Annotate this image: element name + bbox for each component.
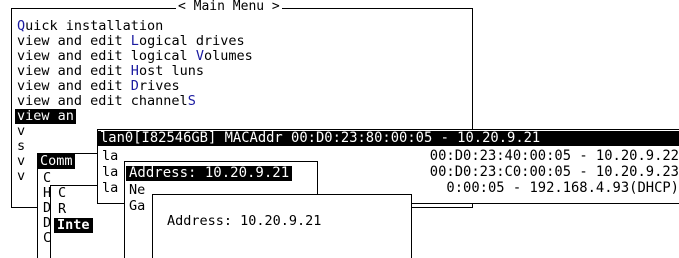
lan-list-row-name[interactable]: la bbox=[102, 181, 118, 196]
lan-list-row[interactable]: lan0[I82546GB] MACAddr 00:D0:23:80:00:05… bbox=[98, 131, 679, 146]
main-menu-item[interactable]: view and edit Logical drives bbox=[17, 34, 245, 49]
main-menu-item[interactable]: view an bbox=[15, 109, 76, 124]
hotkey-letter: L bbox=[130, 33, 139, 49]
sub-menu-item[interactable]: R bbox=[58, 202, 66, 217]
option-menu-item[interactable]: Address: 10.20.9.21 bbox=[126, 166, 293, 181]
hotkey-letter: H bbox=[130, 63, 139, 79]
comm-menu-label[interactable]: Comm bbox=[38, 154, 75, 169]
main-menu-title: < Main Menu > bbox=[176, 0, 282, 14]
hotkey-letter: Q bbox=[17, 18, 26, 34]
main-menu-item[interactable]: view and edit channelS bbox=[17, 94, 196, 109]
sub-menu-item[interactable]: Inte bbox=[54, 218, 93, 233]
lan-list-row-name[interactable]: la bbox=[102, 149, 118, 164]
main-menu-item[interactable]: v bbox=[17, 154, 25, 169]
main-menu-item[interactable]: view and edit Drives bbox=[17, 79, 180, 94]
lan-list-row-name[interactable]: la bbox=[102, 165, 118, 180]
lan-list-row-detail: 00:D0:23:40:00:05 - 10.20.9.22 bbox=[429, 148, 679, 164]
main-menu-item[interactable]: s bbox=[17, 139, 25, 154]
option-menu-item[interactable]: Ne bbox=[129, 183, 145, 198]
hotkey-letter: S bbox=[187, 93, 196, 109]
hotkey-letter: V bbox=[195, 48, 204, 64]
option-menu-item[interactable]: Ga bbox=[129, 199, 145, 214]
address-input-field[interactable]: Address: 10.20.9.21 bbox=[167, 214, 321, 229]
main-menu-item[interactable]: v bbox=[17, 169, 25, 184]
sub-menu-item[interactable]: C bbox=[58, 186, 66, 201]
lan-list-row-detail: 0:00:05 - 192.168.4.93(DHCP) bbox=[446, 180, 679, 196]
lan-list-row-detail: 00:D0:23:C0:00:05 - 10.20.9.23 bbox=[429, 164, 679, 180]
main-menu-item[interactable]: v bbox=[17, 124, 25, 139]
main-menu-item[interactable]: Quick installation bbox=[17, 19, 163, 34]
comm-menu-item[interactable]: C bbox=[43, 171, 51, 186]
main-menu-item[interactable]: view and edit Host luns bbox=[17, 64, 204, 79]
main-menu-item[interactable]: view and edit logical Volumes bbox=[17, 49, 253, 64]
hotkey-letter: D bbox=[130, 78, 139, 94]
